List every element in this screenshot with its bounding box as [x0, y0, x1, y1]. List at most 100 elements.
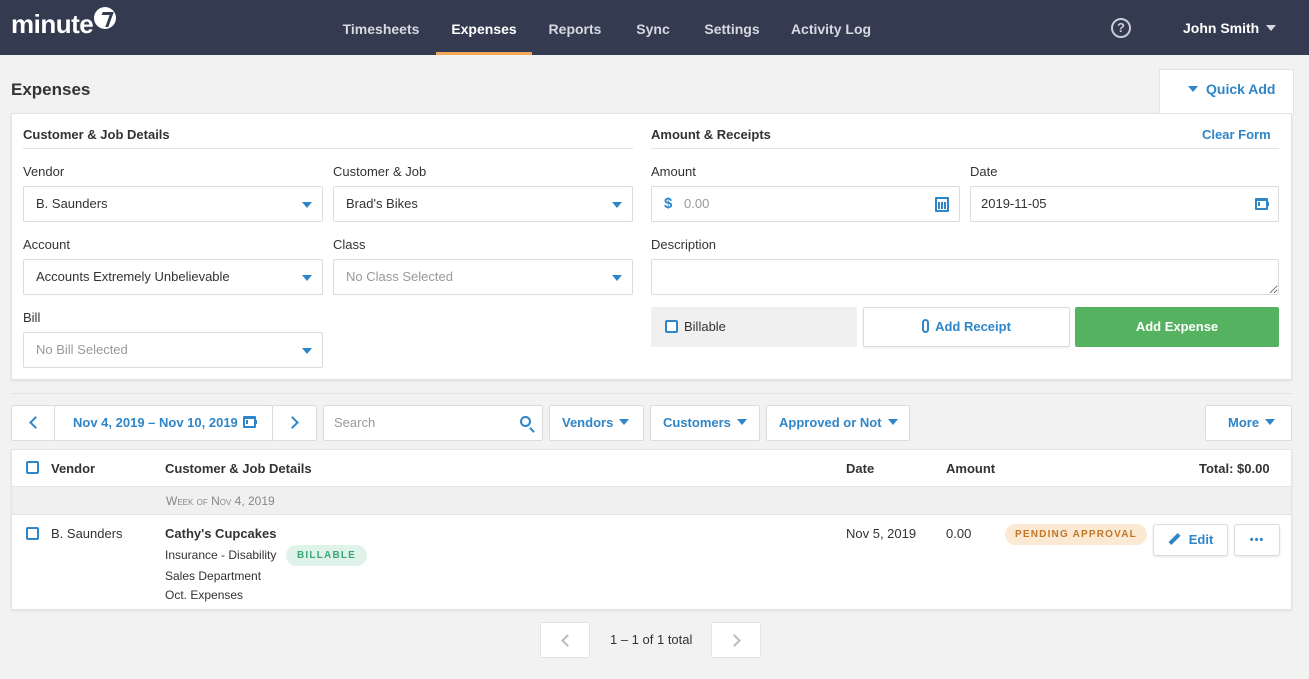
search-icon[interactable]	[520, 416, 531, 427]
add-receipt-button[interactable]: Add Receipt	[863, 307, 1070, 347]
description-label: Description	[651, 237, 717, 252]
date-input[interactable]: 2019-11-05	[970, 186, 1279, 222]
calendar-icon	[243, 416, 257, 428]
caret-down-icon	[302, 348, 312, 354]
quick-add-label: Quick Add	[1206, 81, 1276, 97]
vendor-column-header[interactable]: Vendor	[51, 461, 95, 476]
tab-settings[interactable]: Settings	[697, 0, 767, 55]
tab-reports[interactable]: Reports	[540, 0, 610, 55]
bill-select[interactable]: No Bill Selected	[23, 332, 323, 368]
customer-section-title: Customer & Job Details	[23, 127, 170, 142]
vendor-label: Vendor	[23, 164, 65, 179]
tab-sync[interactable]: Sync	[627, 0, 679, 55]
week-group-row: Week of Nov 4, 2019	[12, 486, 1291, 515]
clear-form-link[interactable]: Clear Form	[1202, 127, 1271, 142]
date-label: Date	[970, 164, 998, 179]
vendor-value: B. Saunders	[36, 196, 108, 211]
add-receipt-label: Add Receipt	[935, 319, 1011, 334]
billable-checkbox[interactable]	[665, 320, 678, 333]
description-textarea[interactable]	[651, 259, 1279, 295]
caret-down-icon	[612, 275, 622, 281]
row-amount: 0.00	[946, 526, 972, 541]
search-placeholder: Search	[334, 415, 376, 430]
calculator-icon[interactable]	[935, 197, 949, 212]
date-range-picker[interactable]: Nov 4, 2019 – Nov 10, 2019	[54, 405, 273, 441]
add-expense-button[interactable]: Add Expense	[1075, 307, 1279, 347]
row-customer: Cathy's Cupcakes	[165, 526, 277, 541]
next-page-button[interactable]	[711, 622, 761, 658]
logo-mark-icon	[94, 7, 117, 29]
chevron-right-icon	[728, 634, 741, 647]
account-value: Accounts Extremely Unbelievable	[36, 269, 230, 284]
account-select[interactable]: Accounts Extremely Unbelievable	[23, 259, 323, 295]
customer-job-value: Brad's Bikes	[346, 196, 418, 211]
edit-label: Edit	[1188, 532, 1214, 547]
prev-week-button[interactable]	[11, 405, 55, 441]
dollar-icon: $	[664, 195, 673, 212]
date-column-header[interactable]: Date	[846, 461, 874, 476]
class-select[interactable]: No Class Selected	[333, 259, 633, 295]
customer-job-label: Customer & Job	[333, 164, 427, 179]
chevron-left-icon	[29, 416, 42, 429]
more-label: More	[1228, 415, 1260, 430]
user-menu[interactable]: John Smith	[1183, 0, 1277, 55]
caret-down-icon	[302, 275, 312, 281]
customers-filter[interactable]: Customers	[650, 405, 760, 441]
bill-label: Bill	[23, 310, 41, 325]
pagination-summary: 1 – 1 of 1 total	[610, 632, 693, 647]
pencil-icon	[1168, 532, 1181, 546]
tab-expenses[interactable]: Expenses	[436, 0, 532, 55]
brand-name: minute	[11, 9, 94, 39]
caret-down-icon	[736, 419, 747, 425]
row-vendor: B. Saunders	[51, 526, 123, 541]
expenses-table: Vendor Customer & Job Details Date Amoun…	[11, 449, 1292, 610]
row-account: Insurance - Disability	[165, 548, 277, 562]
top-navigation: minute Timesheets Expenses Reports Sync …	[0, 0, 1309, 55]
prev-page-button[interactable]	[540, 622, 590, 658]
paperclip-icon	[922, 319, 930, 333]
next-week-button[interactable]	[272, 405, 317, 441]
caret-down-icon	[1265, 419, 1276, 425]
calendar-icon[interactable]	[1255, 198, 1269, 210]
help-icon[interactable]: ?	[1111, 18, 1131, 38]
vendors-filter[interactable]: Vendors	[549, 405, 644, 441]
billable-badge: BILLABLE	[286, 545, 368, 566]
select-all-checkbox[interactable]	[26, 461, 39, 474]
amount-section-title: Amount & Receipts	[651, 127, 771, 142]
page-title: Expenses	[11, 80, 91, 99]
section-divider	[23, 148, 633, 149]
section-divider	[651, 148, 1279, 149]
row-checkbox[interactable]	[26, 527, 39, 540]
edit-button[interactable]: Edit	[1153, 524, 1228, 556]
approval-filter[interactable]: Approved or Not	[766, 405, 910, 441]
date-range-label: Nov 4, 2019 – Nov 10, 2019	[73, 415, 238, 430]
chevron-down-icon	[1266, 25, 1277, 31]
tab-activity-log[interactable]: Activity Log	[786, 0, 876, 55]
quick-add-toggle[interactable]: Quick Add	[1159, 69, 1294, 115]
row-more-button[interactable]: •••	[1234, 524, 1280, 556]
more-menu-button[interactable]: More	[1205, 405, 1292, 441]
vendor-select[interactable]: B. Saunders	[23, 186, 323, 222]
class-placeholder: No Class Selected	[346, 269, 453, 284]
vendors-filter-label: Vendors	[562, 415, 614, 430]
caret-down-icon	[612, 202, 622, 208]
user-name: John Smith	[1183, 20, 1260, 36]
amount-input[interactable]: $0.00	[651, 186, 960, 222]
row-class: Sales Department	[165, 569, 262, 583]
approval-filter-label: Approved or Not	[779, 415, 882, 430]
customer-job-select[interactable]: Brad's Bikes	[333, 186, 633, 222]
details-column-header: Customer & Job Details	[165, 461, 312, 476]
minute-logo[interactable]: minute	[11, 7, 117, 40]
search-input[interactable]: Search	[323, 405, 543, 441]
caret-down-icon	[887, 419, 898, 425]
row-bill: Oct. Expenses	[165, 588, 244, 602]
row-date: Nov 5, 2019	[846, 526, 917, 541]
status-badge: PENDING APPROVAL	[1005, 524, 1147, 545]
billable-label: Billable	[684, 319, 726, 334]
chevron-right-icon	[286, 416, 299, 429]
tab-timesheets[interactable]: Timesheets	[336, 0, 426, 55]
billable-toggle[interactable]: Billable	[651, 307, 857, 347]
amount-column-header[interactable]: Amount	[946, 461, 995, 476]
chevron-left-icon	[561, 634, 574, 647]
week-group-label: Week of Nov 4, 2019	[166, 494, 275, 508]
